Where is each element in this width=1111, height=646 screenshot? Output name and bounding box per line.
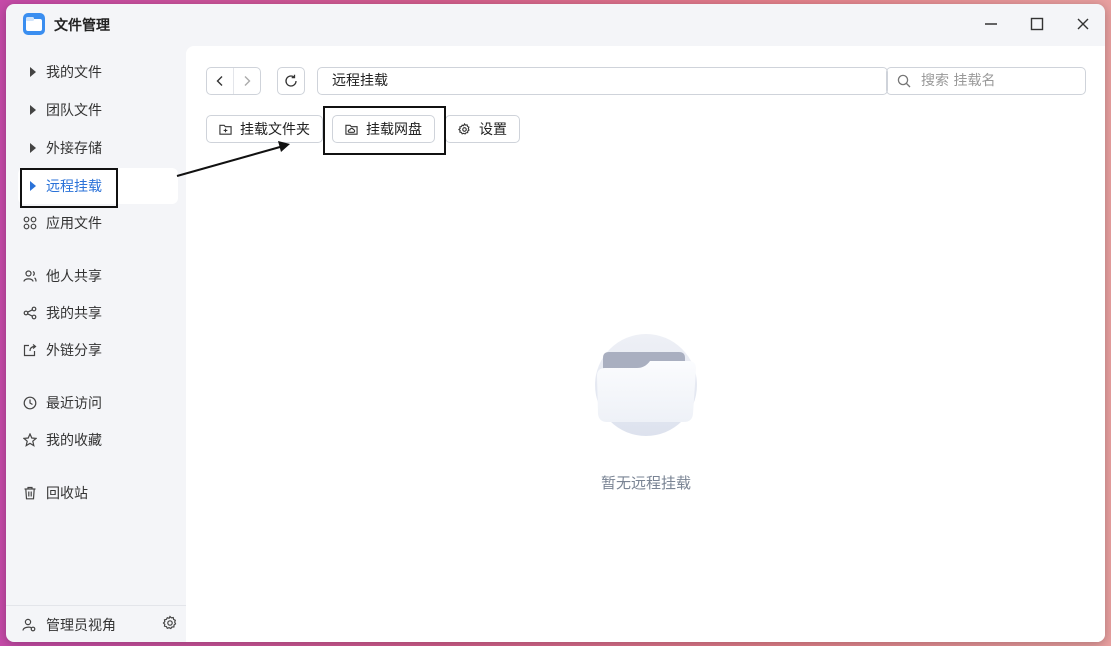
sidebar-item-label: 远程挂载 bbox=[46, 179, 102, 195]
path-bar[interactable]: 远程挂载 bbox=[317, 67, 888, 95]
settings-label: 设置 bbox=[479, 122, 507, 138]
sidebar-item-label: 外接存储 bbox=[46, 141, 102, 157]
sidebar-item-label: 应用文件 bbox=[46, 216, 102, 232]
clock-icon bbox=[23, 396, 37, 410]
close-button[interactable] bbox=[1069, 10, 1097, 38]
maximize-icon bbox=[1030, 17, 1044, 31]
sidebar-item-recycle-bin[interactable]: 回收站 bbox=[18, 475, 178, 511]
sidebar-item-label: 他人共享 bbox=[46, 269, 102, 285]
sidebar-item-label: 我的共享 bbox=[46, 306, 102, 322]
gear-icon bbox=[458, 122, 470, 135]
chevron-left-icon bbox=[216, 76, 223, 86]
expand-triangle-icon bbox=[22, 178, 38, 194]
title-bar: 文件管理 bbox=[6, 4, 1105, 44]
refresh-button[interactable] bbox=[277, 67, 305, 95]
admin-user-icon bbox=[22, 618, 36, 632]
history-nav bbox=[206, 67, 261, 95]
back-button[interactable] bbox=[207, 68, 233, 94]
main-panel: 远程挂载 挂载文件夹 挂载网盘 设置 bbox=[186, 46, 1105, 642]
window-title: 文件管理 bbox=[54, 18, 110, 34]
minimize-button[interactable] bbox=[977, 10, 1005, 38]
sidebar-footer: 管理员视角 bbox=[6, 605, 186, 642]
sidebar-item-my-shares[interactable]: 我的共享 bbox=[18, 295, 178, 331]
settings-gear-icon[interactable] bbox=[162, 615, 178, 631]
sidebar-item-label: 我的收藏 bbox=[46, 433, 102, 449]
forward-button[interactable] bbox=[233, 68, 260, 94]
mount-folder-label: 挂载文件夹 bbox=[240, 122, 310, 138]
users-icon bbox=[23, 270, 37, 282]
sidebar: 我的文件 团队文件 外接存储 远程挂载 应用文件 他人共享 我的共享 外链分享 … bbox=[6, 46, 186, 642]
maximize-button[interactable] bbox=[1023, 10, 1051, 38]
admin-view-toggle[interactable]: 管理员视角 bbox=[22, 615, 116, 635]
sidebar-item-label: 外链分享 bbox=[46, 343, 102, 359]
settings-button[interactable]: 设置 bbox=[445, 115, 520, 143]
app-grid-icon bbox=[23, 216, 37, 230]
search-box bbox=[886, 67, 1086, 95]
share-icon bbox=[23, 306, 37, 320]
expand-triangle-icon bbox=[22, 140, 38, 156]
close-icon bbox=[1077, 18, 1089, 30]
folder-app-icon bbox=[23, 13, 45, 35]
empty-folder-illustration bbox=[595, 334, 697, 436]
minimize-icon bbox=[985, 23, 997, 25]
sidebar-item-shared-with-me[interactable]: 他人共享 bbox=[18, 258, 178, 294]
sidebar-item-team-files[interactable]: 团队文件 bbox=[18, 92, 178, 128]
search-icon bbox=[897, 74, 911, 88]
sidebar-item-recent[interactable]: 最近访问 bbox=[18, 385, 178, 421]
sidebar-item-label: 回收站 bbox=[46, 486, 88, 502]
sidebar-item-label: 我的文件 bbox=[46, 65, 102, 81]
sidebar-item-label: 最近访问 bbox=[46, 396, 102, 412]
external-share-icon bbox=[23, 344, 37, 357]
sidebar-item-remote-mount[interactable]: 远程挂载 bbox=[18, 168, 178, 204]
file-manager-window: 文件管理 我的文件 团队文件 外接存储 远程挂载 应用文件 他人共享 我的共享 … bbox=[6, 4, 1105, 642]
sidebar-item-my-files[interactable]: 我的文件 bbox=[18, 54, 178, 90]
sidebar-item-favorites[interactable]: 我的收藏 bbox=[18, 422, 178, 458]
mount-netdisk-button[interactable]: 挂载网盘 bbox=[332, 115, 435, 143]
mount-netdisk-label: 挂载网盘 bbox=[366, 122, 422, 138]
empty-state-text: 暂无远程挂载 bbox=[600, 474, 691, 492]
folder-plus-icon bbox=[219, 124, 232, 135]
expand-triangle-icon bbox=[22, 102, 38, 118]
sidebar-item-external-storage[interactable]: 外接存储 bbox=[18, 130, 178, 166]
refresh-icon bbox=[285, 74, 297, 87]
trash-icon bbox=[24, 486, 36, 500]
search-input[interactable] bbox=[919, 72, 1073, 90]
star-icon bbox=[23, 433, 37, 447]
cloud-folder-icon bbox=[345, 124, 358, 135]
sidebar-item-link-shares[interactable]: 外链分享 bbox=[18, 332, 178, 368]
sidebar-item-app-files[interactable]: 应用文件 bbox=[18, 205, 178, 241]
admin-view-label: 管理员视角 bbox=[46, 618, 116, 634]
expand-triangle-icon bbox=[22, 64, 38, 80]
mount-folder-button[interactable]: 挂载文件夹 bbox=[206, 115, 323, 143]
sidebar-item-label: 团队文件 bbox=[46, 103, 102, 119]
chevron-right-icon bbox=[244, 76, 251, 86]
